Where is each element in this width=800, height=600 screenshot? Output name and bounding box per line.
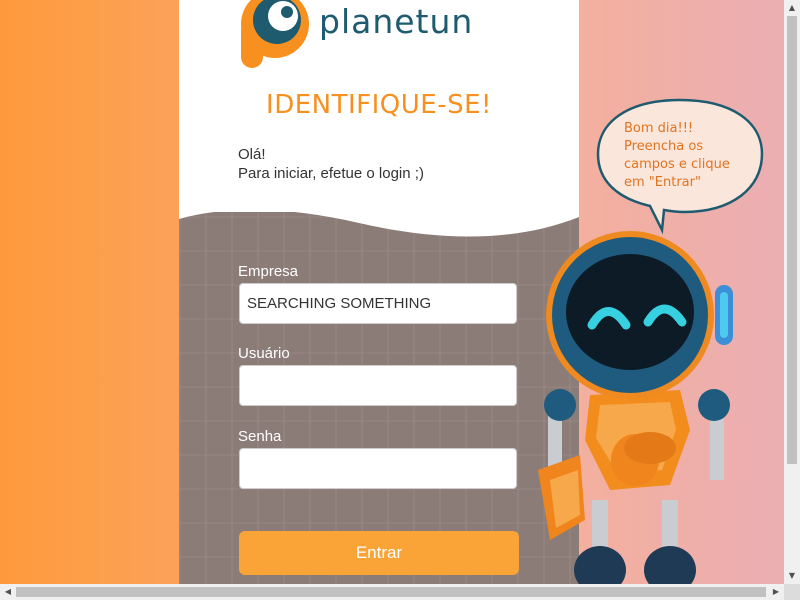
scroll-left-arrow-icon[interactable]: ◀ [0,584,16,600]
scroll-up-arrow-icon[interactable]: ▲ [784,0,800,16]
wave-divider [179,195,579,237]
password-label: Senha [238,428,282,445]
brand-name: planetun [319,2,474,41]
submit-button[interactable]: Entrar [239,531,519,575]
user-label: Usuário [238,345,290,362]
intro-text: Olá! Para iniciar, efetue o login ;) [238,145,424,183]
speech-line: em "Entrar" [624,175,701,190]
scroll-down-arrow-icon[interactable]: ▼ [784,568,800,584]
vertical-scroll-thumb[interactable] [787,16,797,464]
scroll-right-arrow-icon[interactable]: ▶ [768,584,784,600]
speech-line: campos e clique [624,157,730,172]
horizontal-scroll-thumb[interactable] [16,587,766,597]
horizontal-scrollbar[interactable]: ◀ ▶ [0,584,784,600]
speech-line: Preencha os [624,139,704,154]
login-card: planetun IDENTIFIQUE-SE! Olá! Para inici… [179,0,579,584]
scrollbar-corner [784,584,800,600]
robot-mascot-icon [538,231,733,584]
password-field[interactable] [239,448,517,489]
planetun-logo-icon [241,0,309,68]
speech-bubble-text: Bom dia!!! Preencha os campos e clique e… [624,120,764,192]
vertical-scrollbar[interactable]: ▲ ▼ [784,0,800,584]
user-field[interactable] [239,365,517,406]
page-title: IDENTIFIQUE-SE! [266,90,492,120]
speech-line: Bom dia!!! [624,121,694,136]
instruction-text: Para iniciar, efetue o login ;) [238,165,424,182]
greeting-text: Olá! [238,146,266,163]
page-viewport: planetun IDENTIFIQUE-SE! Olá! Para inici… [0,0,784,584]
company-field[interactable] [239,283,517,324]
company-label: Empresa [238,263,299,280]
